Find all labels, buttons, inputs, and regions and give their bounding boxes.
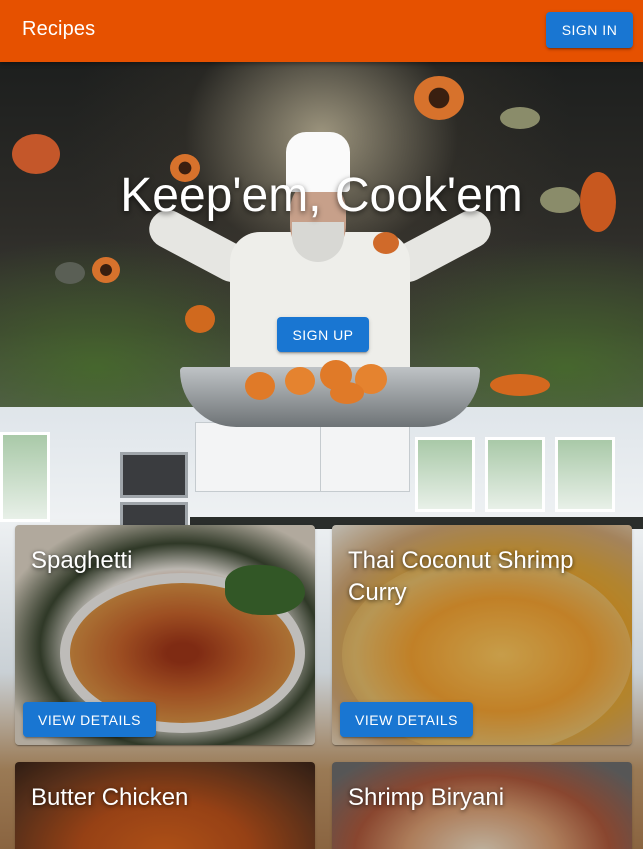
oven (120, 452, 188, 498)
floating-food (185, 305, 215, 333)
recipe-card: Thai Coconut Shrimp Curry VIEW DETAILS (332, 525, 632, 745)
kitchen-window (555, 437, 615, 512)
app-title: Recipes (22, 18, 96, 40)
food-ball (330, 382, 364, 404)
recipe-title: Butter Chicken (31, 784, 189, 811)
recipe-card: Shrimp Biryani (332, 762, 632, 849)
sign-in-button[interactable]: SIGN IN (546, 12, 633, 48)
recipe-title: Spaghetti (31, 547, 133, 574)
view-details-button[interactable]: VIEW DETAILS (23, 702, 156, 737)
floating-food (414, 76, 464, 120)
food-ball (490, 374, 550, 396)
floating-food (500, 107, 540, 129)
kitchen-cabinet (195, 422, 325, 492)
kitchen-window (485, 437, 545, 512)
kitchen-window (415, 437, 475, 512)
kitchen-window (0, 432, 50, 522)
food-ball (245, 372, 275, 400)
hero-title: Keep'em, Cook'em (120, 169, 523, 222)
recipe-card: Spaghetti VIEW DETAILS (15, 525, 315, 745)
view-details-button[interactable]: VIEW DETAILS (340, 702, 473, 737)
floating-food (92, 257, 120, 283)
recipe-title: Shrimp Biryani (348, 784, 505, 811)
recipe-title: Thai Coconut Shrimp Curry (348, 547, 574, 606)
floating-food (373, 232, 399, 254)
kitchen-cabinet (320, 422, 410, 492)
sign-up-button[interactable]: SIGN UP (277, 317, 369, 352)
recipe-card: Butter Chicken (15, 762, 315, 849)
app-bar: Recipes SIGN IN (0, 0, 643, 62)
floating-food (55, 262, 85, 284)
food-ball (285, 367, 315, 395)
